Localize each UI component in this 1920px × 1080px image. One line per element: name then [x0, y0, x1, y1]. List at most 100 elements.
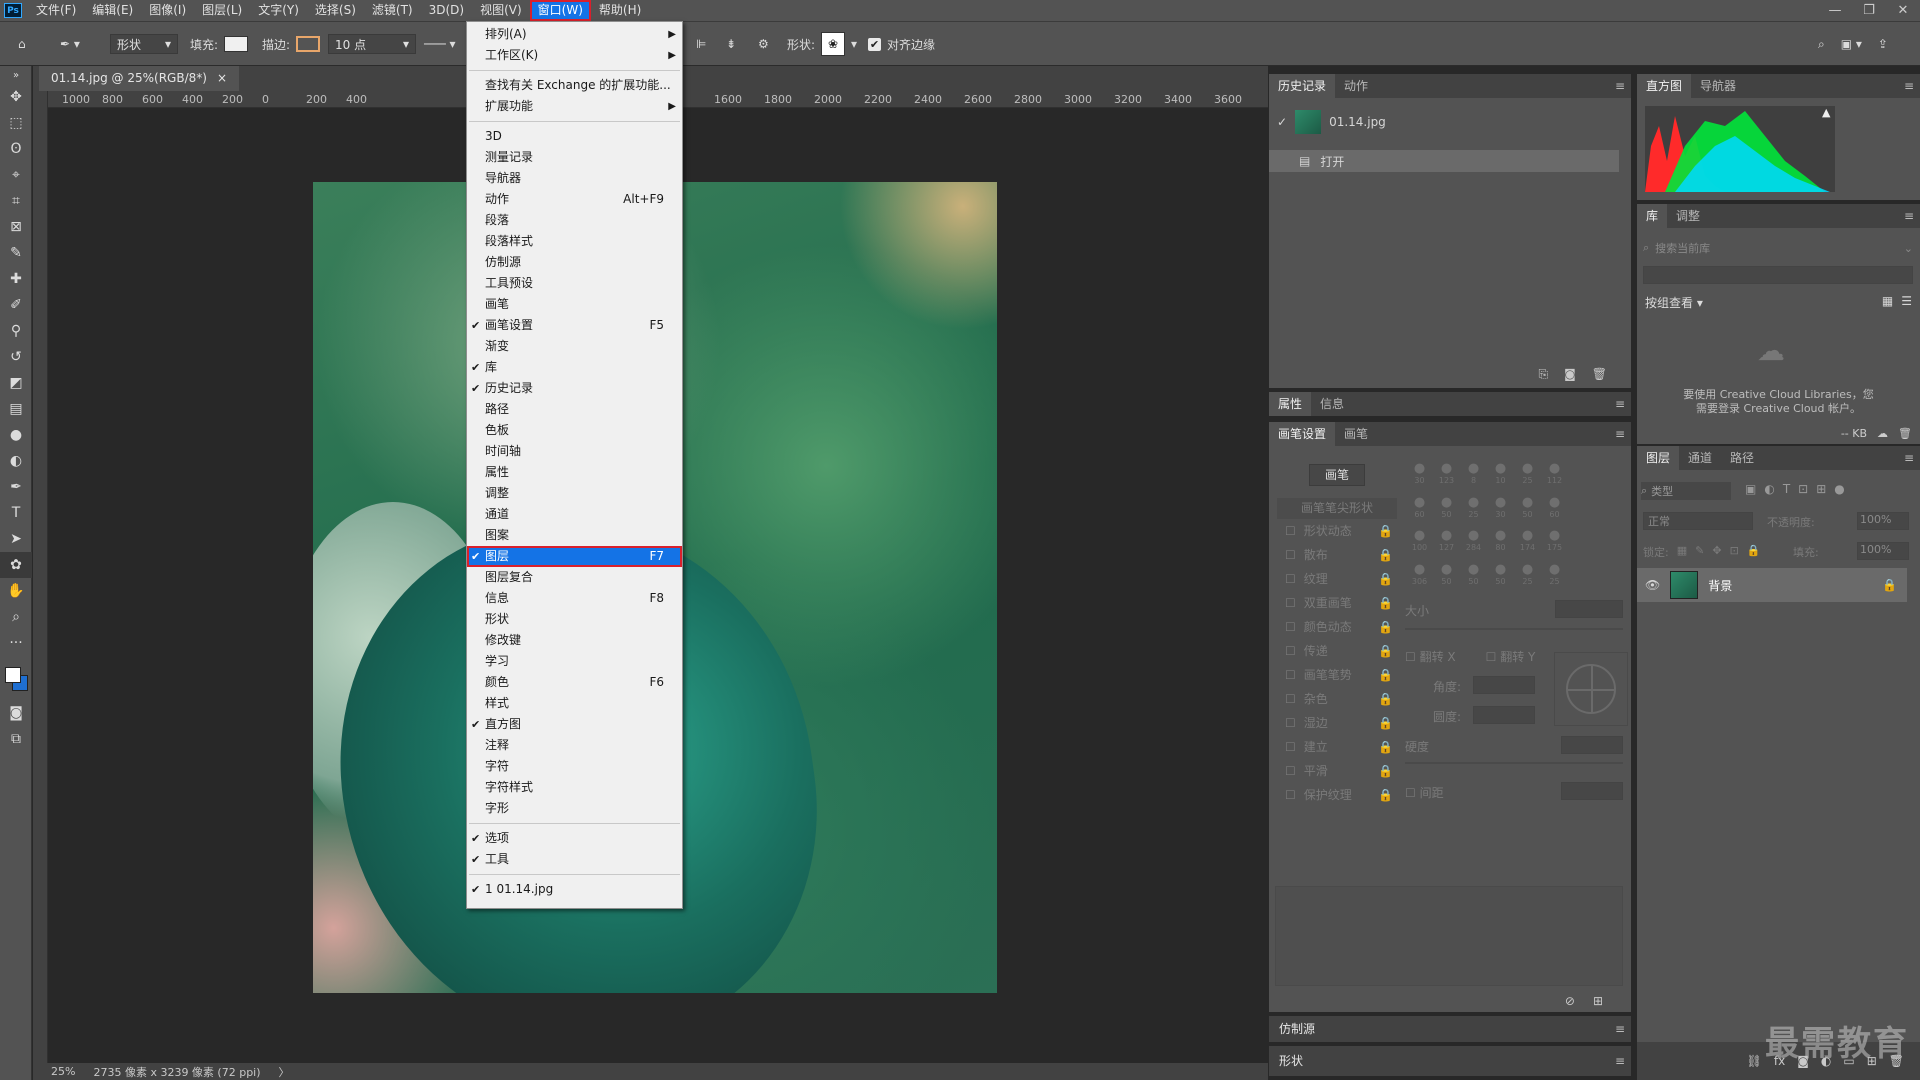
dodge-tool-icon[interactable]: ◐ [0, 448, 32, 474]
lock-icon[interactable]: 🔒 [1378, 759, 1393, 783]
workspace-icon[interactable]: ▣ ▾ [1841, 37, 1862, 51]
brush-preset[interactable]: ● 284 [1461, 529, 1486, 561]
brush-preset[interactable]: ● 25 [1515, 562, 1540, 595]
hardness-input[interactable] [1561, 736, 1623, 754]
minimize-button[interactable]: — [1818, 0, 1852, 21]
histogram-warning-icon[interactable]: ▲ [1822, 106, 1830, 119]
brush-preset[interactable]: ● 30 [1488, 495, 1513, 528]
spacing-checkbox[interactable]: ☐ 间距 [1405, 784, 1444, 801]
tab-brushes[interactable]: 画笔 [1335, 422, 1377, 446]
close-tab-icon[interactable]: × [217, 66, 227, 91]
shapes-panel[interactable]: 形状 ≡ [1269, 1046, 1631, 1076]
menu-item[interactable]: ✔ 工具 [467, 849, 682, 870]
tab-brush-settings[interactable]: 画笔设置 [1269, 422, 1336, 446]
brush-option[interactable]: ☐ 保护纹理 🔒 [1277, 783, 1397, 807]
tab-channels[interactable]: 通道 [1679, 446, 1721, 470]
menu-7[interactable]: 3D(D) [421, 0, 472, 21]
path-arrangement-icon[interactable]: ⇟ [726, 22, 736, 66]
menu-item[interactable]: 排列(A) ▶ [467, 24, 682, 45]
brush-option[interactable]: ☐ 杂色 🔒 [1277, 687, 1397, 711]
option-checkbox[interactable]: ☐ [1285, 519, 1296, 543]
flip-y-checkbox[interactable]: ☐ 翻转 Y [1486, 648, 1536, 665]
panel-menu-icon[interactable]: ≡ [1615, 392, 1625, 416]
group-by-select[interactable]: 按组查看 ▾ [1645, 294, 1703, 311]
menu-item[interactable]: ✔ 1 01.14.jpg [467, 879, 682, 900]
pen-tool-icon[interactable]: ✒ [0, 474, 32, 500]
tab-histogram[interactable]: 直方图 [1637, 74, 1692, 98]
move-tool-icon[interactable]: ✥ [0, 84, 32, 110]
layer-row-background[interactable]: 👁 背景 🔒 [1637, 568, 1907, 602]
eyedropper-tool-icon[interactable]: ✎ [0, 240, 32, 266]
shape-picker-arrow-icon[interactable]: ▾ [851, 37, 857, 51]
cloud-sync-icon[interactable]: ☁ [1877, 427, 1888, 440]
brush-option[interactable]: ☐ 画笔笔势 🔒 [1277, 663, 1397, 687]
menu-item[interactable]: 画笔 [467, 294, 682, 315]
shape-filter-icon[interactable]: ⊡ [1798, 482, 1808, 496]
brush-preset[interactable]: ● 50 [1488, 562, 1513, 595]
panel-menu-icon[interactable]: ≡ [1615, 1046, 1625, 1076]
menu-10[interactable]: 帮助(H) [591, 0, 649, 21]
menu-0[interactable]: 文件(F) [28, 0, 84, 21]
menu-6[interactable]: 滤镜(T) [364, 0, 421, 21]
library-select[interactable] [1643, 266, 1913, 284]
lock-icon[interactable]: 🔒 [1378, 615, 1393, 639]
spacing-input[interactable] [1561, 782, 1623, 800]
option-checkbox[interactable]: ☐ [1285, 735, 1296, 759]
option-checkbox[interactable]: ☐ [1285, 615, 1296, 639]
menu-item[interactable]: 学习 [467, 651, 682, 672]
hardness-slider[interactable] [1405, 762, 1623, 764]
menu-item[interactable]: ✔ 历史记录 [467, 378, 682, 399]
brush-tool-icon[interactable]: ✐ [0, 292, 32, 318]
menu-item[interactable]: 渐变 [467, 336, 682, 357]
roundness-input[interactable] [1473, 706, 1535, 724]
smart-object-filter-icon[interactable]: ⊞ [1816, 482, 1826, 496]
menu-item[interactable]: 色板 [467, 420, 682, 441]
new-brush-icon[interactable]: ⊞ [1593, 994, 1603, 1008]
tab-layers[interactable]: 图层 [1637, 446, 1680, 470]
status-menu-arrow[interactable]: 〉 [279, 1064, 290, 1080]
tab-navigator[interactable]: 导航器 [1691, 74, 1745, 98]
brush-preset[interactable]: ● 123 [1434, 462, 1459, 494]
menu-1[interactable]: 编辑(E) [84, 0, 141, 21]
panel-menu-icon[interactable]: ≡ [1904, 74, 1914, 98]
menu-4[interactable]: 文字(Y) [250, 0, 307, 21]
brush-preset[interactable]: ● 60 [1407, 495, 1432, 528]
brush-preset[interactable]: ● 306 [1407, 562, 1432, 595]
menu-item[interactable]: 查找有关 Exchange 的扩展功能... [467, 75, 682, 96]
flip-x-checkbox[interactable]: ☐ 翻转 X [1405, 648, 1456, 665]
brush-preset[interactable]: ● 127 [1434, 529, 1459, 561]
lock-icon[interactable]: 🔒 [1378, 783, 1393, 807]
type-filter-icon[interactable]: T [1783, 482, 1790, 496]
option-checkbox[interactable]: ☐ [1285, 591, 1296, 615]
visibility-eye-icon[interactable]: 👁 [1645, 578, 1660, 592]
shape-picker[interactable]: ❀ [821, 32, 846, 56]
menu-item[interactable]: 调整 [467, 483, 682, 504]
menu-item[interactable]: 字形 [467, 798, 682, 819]
tab-adjustments[interactable]: 调整 [1667, 204, 1709, 228]
brush-option[interactable]: ☐ 传递 🔒 [1277, 639, 1397, 663]
lock-icon[interactable]: 🔒 [1378, 543, 1393, 567]
menu-item[interactable]: 图案 [467, 525, 682, 546]
tab-libraries[interactable]: 库 [1637, 204, 1668, 228]
brush-preset[interactable]: ● 174 [1515, 529, 1540, 561]
option-checkbox[interactable]: ☐ [1285, 543, 1296, 567]
panel-menu-icon[interactable]: ≡ [1904, 446, 1914, 470]
size-slider[interactable] [1405, 628, 1623, 630]
brush-preset[interactable]: ● 10 [1488, 462, 1513, 494]
menu-item[interactable]: ✔ 直方图 [467, 714, 682, 735]
quick-mask-icon[interactable]: ◙ [0, 700, 32, 726]
screen-mode-icon[interactable]: ⧉ [0, 726, 32, 752]
tab-actions[interactable]: 动作 [1335, 74, 1377, 98]
tab-properties[interactable]: 属性 [1269, 392, 1312, 416]
menu-item[interactable]: 导航器 [467, 168, 682, 189]
history-snapshot[interactable]: ✓ 01.14.jpg [1269, 108, 1619, 136]
document-tab[interactable]: 01.14.jpg @ 25%(RGB/8*) × [39, 66, 240, 91]
option-checkbox[interactable]: ☐ [1285, 639, 1296, 663]
marquee-tool-icon[interactable]: ⬚ [0, 110, 32, 136]
lock-pixels-icon[interactable]: ✎ [1695, 544, 1704, 560]
lock-icon[interactable]: 🔒 [1378, 519, 1393, 543]
lock-all-icon[interactable]: 🔒 [1747, 544, 1761, 560]
brush-preset[interactable]: ● 25 [1515, 462, 1540, 494]
brush-preset[interactable]: ● 25 [1542, 562, 1567, 595]
menu-item[interactable]: 注释 [467, 735, 682, 756]
